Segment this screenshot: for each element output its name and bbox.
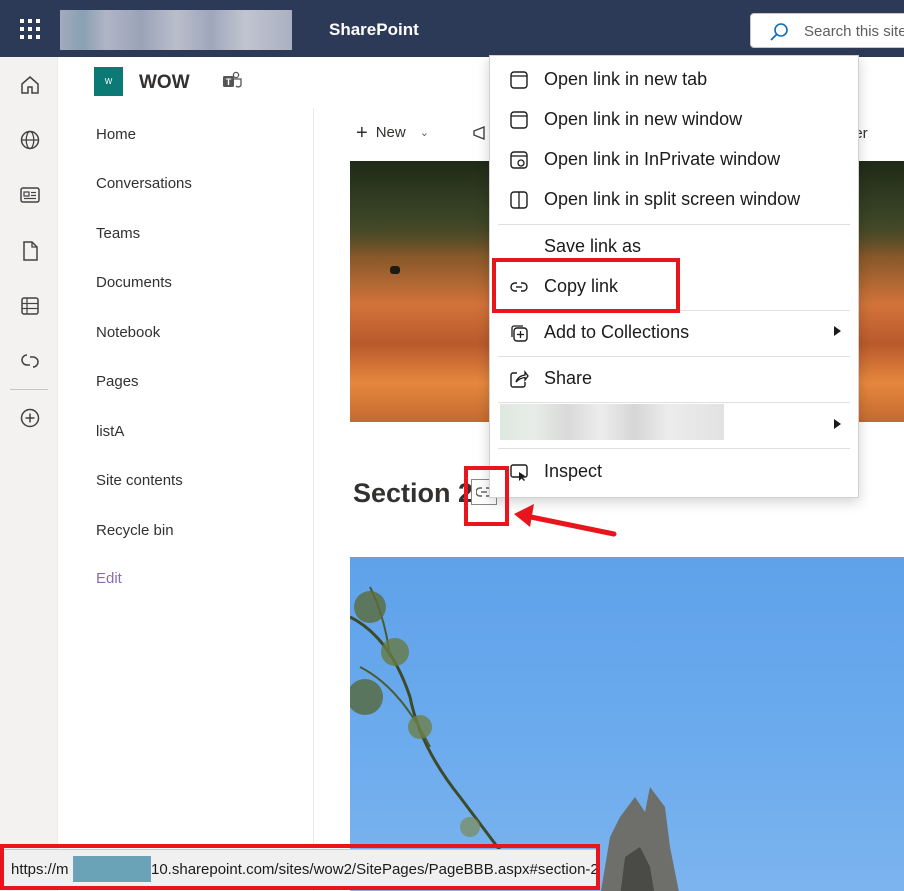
inspect-icon	[510, 464, 528, 481]
section-link-highlight	[464, 466, 509, 526]
globe-icon[interactable]	[18, 128, 42, 152]
home-icon[interactable]	[18, 73, 42, 97]
nav-item-teams[interactable]: Teams	[96, 225, 140, 242]
menu-item-label: Add to Collections	[544, 322, 690, 342]
menu-item-open-new-window[interactable]: Open link in new window	[490, 100, 858, 138]
nav-item-documents[interactable]: Documents	[96, 274, 172, 291]
nav-edit-link[interactable]: Edit	[96, 570, 122, 587]
nav-item-home[interactable]: Home	[96, 126, 136, 143]
menu-item-label: Open link in new window	[544, 109, 743, 129]
menu-item-open-inprivate[interactable]: Open link in InPrivate window	[490, 140, 858, 178]
menu-item-add-to-collections[interactable]: Add to Collections	[490, 313, 858, 351]
boat-silhouette	[390, 266, 400, 274]
search-icon	[770, 23, 788, 41]
red-arrow-annotation	[514, 504, 617, 537]
menu-item-share[interactable]: Share	[490, 359, 858, 397]
site-logo[interactable]: W	[94, 67, 123, 96]
status-bar-highlight	[0, 844, 600, 890]
menu-separator	[498, 402, 850, 403]
new-tab-icon	[510, 71, 528, 89]
svg-text:T: T	[226, 77, 232, 87]
redacted-org-name	[60, 10, 292, 50]
tree-branches	[350, 586, 522, 878]
copy-link-highlight	[492, 258, 680, 313]
nav-item-site-contents[interactable]: Site contents	[96, 472, 183, 489]
file-icon[interactable]	[18, 239, 42, 263]
nav-item-conversations[interactable]: Conversations	[96, 175, 192, 192]
app-name[interactable]: SharePoint	[329, 20, 419, 40]
nav-item-notebook[interactable]: Notebook	[96, 324, 160, 341]
menu-separator	[498, 224, 850, 225]
menu-item-open-split-screen[interactable]: Open link in split screen window	[490, 180, 858, 218]
split-screen-icon	[510, 191, 528, 209]
menu-item-label: Share	[544, 368, 593, 388]
search-input[interactable]: Search this site	[804, 23, 904, 40]
teams-icon[interactable]: T	[221, 70, 243, 92]
redacted-menu-content	[500, 404, 724, 440]
nav-item-recycle-bin[interactable]: Recycle bin	[96, 522, 174, 539]
menu-item-label: Open link in new tab	[544, 69, 708, 89]
news-icon[interactable]	[18, 183, 42, 207]
menu-item-label: Inspect	[544, 461, 603, 481]
menu-separator	[498, 356, 850, 357]
loop-icon[interactable]	[18, 349, 42, 373]
left-nav: Home Conversations Teams Documents Noteb…	[58, 108, 314, 891]
new-button[interactable]: + New ⌄	[356, 121, 429, 144]
new-button-label: New	[375, 124, 406, 141]
collections-icon	[511, 325, 528, 342]
menu-separator	[498, 448, 850, 449]
submenu-arrow-icon	[834, 326, 841, 336]
plus-icon: +	[356, 121, 368, 144]
section-heading: Section 2	[353, 478, 474, 508]
app-bar	[0, 57, 58, 891]
new-window-icon	[510, 111, 528, 129]
share-icon	[510, 370, 529, 388]
nav-item-lista[interactable]: listA	[96, 423, 124, 440]
menu-item-open-new-tab[interactable]: Open link in new tab	[490, 60, 858, 98]
add-icon[interactable]	[18, 406, 42, 430]
list-icon[interactable]	[18, 294, 42, 318]
suite-bar: SharePoint Search this site	[0, 0, 904, 57]
menu-item-label: Open link in InPrivate window	[544, 149, 781, 169]
site-name[interactable]: WOW	[139, 72, 190, 94]
sky-tree-image	[350, 557, 904, 891]
menu-item-label: Save link as	[544, 236, 642, 256]
menu-item-inspect[interactable]: Inspect	[490, 452, 858, 490]
chevron-down-icon: ⌄	[419, 127, 429, 139]
submenu-arrow-icon	[834, 419, 841, 429]
rock-formation	[601, 787, 679, 891]
nav-item-pages[interactable]: Pages	[96, 373, 139, 390]
app-bar-separator	[10, 389, 48, 390]
menu-item-label: Open link in split screen window	[544, 189, 801, 209]
search-box[interactable]: Search this site	[750, 13, 904, 48]
inprivate-icon	[510, 151, 528, 169]
app-launcher-icon[interactable]	[18, 17, 42, 41]
